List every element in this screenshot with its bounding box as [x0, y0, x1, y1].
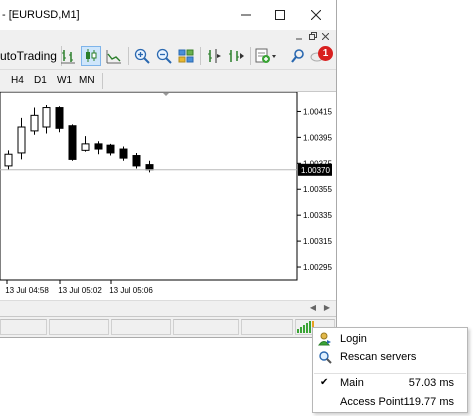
bearish-candle	[55, 107, 64, 129]
toolbar-separator	[128, 47, 129, 65]
rescan-search-icon	[318, 350, 332, 364]
timeframe-toolbar: H4 D1 W1 MN	[0, 70, 336, 92]
maximize-icon	[275, 10, 285, 20]
menu-item-label: Login	[340, 333, 367, 345]
chart-shift-button[interactable]	[204, 46, 224, 66]
status-cell	[241, 319, 293, 335]
scroll-left-arrow-icon[interactable]: ◀	[308, 303, 318, 313]
autotrading-label: utoTrading	[0, 49, 57, 63]
y-tick-label: 1.00415	[303, 107, 332, 116]
x-tick-label: 13 Jul 05:06	[109, 286, 153, 295]
bearish-candle	[119, 148, 128, 159]
search-button[interactable]	[288, 46, 308, 66]
status-cell	[111, 319, 171, 335]
y-tick-label: 1.00395	[303, 133, 332, 142]
server-name: Main	[340, 377, 364, 389]
status-cell	[49, 319, 109, 335]
toolbar-separator	[200, 47, 201, 65]
minimize-button[interactable]	[228, 0, 264, 30]
bearish-candle	[106, 144, 115, 154]
menu-item-label: Rescan servers	[340, 351, 417, 363]
toolbar-separator	[250, 47, 251, 65]
bullish-candle	[4, 153, 13, 167]
x-tick-label: 13 Jul 05:02	[58, 286, 102, 295]
y-tick-label: 1.00355	[303, 185, 332, 194]
y-tick-label: 1.00315	[303, 237, 332, 246]
close-icon	[322, 32, 329, 40]
tile-windows-button[interactable]	[176, 46, 196, 66]
candlestick-button[interactable]	[81, 46, 101, 66]
mdi-minimize-button[interactable]	[294, 31, 305, 41]
search-icon	[291, 49, 304, 63]
menu-item-server-main[interactable]: ✔ Main 57.03 ms	[313, 374, 467, 393]
terminal-window: - [EURUSD,M1] utoTrading 1 H4 D1 W1 MN 1…	[0, 0, 337, 338]
status-cell	[0, 319, 47, 335]
line-chart-button[interactable]	[104, 46, 124, 66]
notification-badge: 1	[318, 46, 333, 61]
x-tick-label: 13 Jul 04:58	[5, 286, 49, 295]
indicators-icon	[255, 48, 276, 63]
minimize-icon	[241, 14, 251, 16]
autotrading-button[interactable]: utoTrading	[0, 46, 62, 66]
connection-popup-menu: Login Rescan servers ✔ Main 57.03 ms Acc…	[312, 327, 468, 413]
timeframe-h4-button[interactable]: H4	[11, 74, 24, 88]
mdi-controls	[0, 30, 336, 42]
timeframe-mn-button[interactable]: MN	[79, 74, 95, 88]
indicators-dropdown-button[interactable]	[254, 46, 278, 66]
price-chart[interactable]: 1.004151.003951.003751.003551.003351.003…	[0, 92, 336, 300]
bullish-candle	[81, 143, 90, 151]
title-bar[interactable]: - [EURUSD,M1]	[0, 0, 336, 30]
bearish-candle	[132, 155, 141, 167]
main-toolbar: utoTrading	[0, 42, 336, 70]
zoom-in-icon	[134, 48, 150, 64]
y-tick-label: 1.00295	[303, 263, 332, 272]
line-chart-icon	[106, 50, 121, 64]
candlestick-icon	[86, 49, 97, 62]
autoscroll-button[interactable]	[226, 46, 246, 66]
y-tick-label: 1.00335	[303, 211, 332, 220]
bearish-candle	[145, 164, 154, 171]
chart-canvas: 1.004151.003951.003751.003551.003351.003…	[0, 92, 332, 295]
timeframe-d1-button[interactable]: D1	[34, 74, 47, 88]
bar-chart-button[interactable]	[58, 46, 78, 66]
status-bar	[0, 316, 336, 336]
zoom-out-button[interactable]	[154, 46, 174, 66]
status-cell	[173, 319, 239, 335]
bar-chart-icon	[61, 50, 75, 64]
bearish-candle	[68, 125, 77, 160]
chart-shift-icon	[208, 49, 221, 63]
restore-icon	[308, 32, 317, 40]
login-user-icon	[318, 332, 332, 346]
mdi-restore-button[interactable]	[307, 31, 318, 41]
maximize-button[interactable]	[262, 0, 298, 30]
timeframe-w1-button[interactable]: W1	[57, 74, 72, 88]
checkmark-icon: ✔	[320, 377, 329, 388]
bullish-candle	[30, 114, 39, 132]
menu-item-login[interactable]: Login	[313, 330, 467, 349]
scroll-right-arrow-icon[interactable]: ▶	[322, 303, 332, 313]
bearish-candle	[94, 143, 103, 150]
autoscroll-icon	[229, 50, 244, 62]
menu-item-rescan-servers[interactable]: Rescan servers	[313, 348, 467, 367]
server-name: Access Point	[340, 396, 404, 408]
server-ping: 57.03 ms	[408, 377, 454, 389]
current-price-label: 1.00370	[301, 166, 330, 175]
close-icon	[311, 10, 321, 20]
window-title: - [EURUSD,M1]	[2, 9, 80, 21]
tile-windows-icon	[178, 49, 194, 63]
zoom-in-button[interactable]	[132, 46, 152, 66]
chart-scroll-row: ◀ ▶	[0, 300, 336, 315]
bullish-candle	[17, 126, 26, 154]
zoom-out-icon	[156, 48, 172, 64]
server-ping: 119.77 ms	[403, 396, 454, 408]
mdi-close-button[interactable]	[320, 31, 331, 41]
toolbar-separator	[102, 73, 103, 89]
bullish-candle	[42, 107, 51, 128]
close-button[interactable]	[298, 0, 334, 30]
minimize-icon	[296, 38, 302, 39]
menu-item-server-access-point[interactable]: Access Point 119.77 ms	[313, 393, 467, 412]
